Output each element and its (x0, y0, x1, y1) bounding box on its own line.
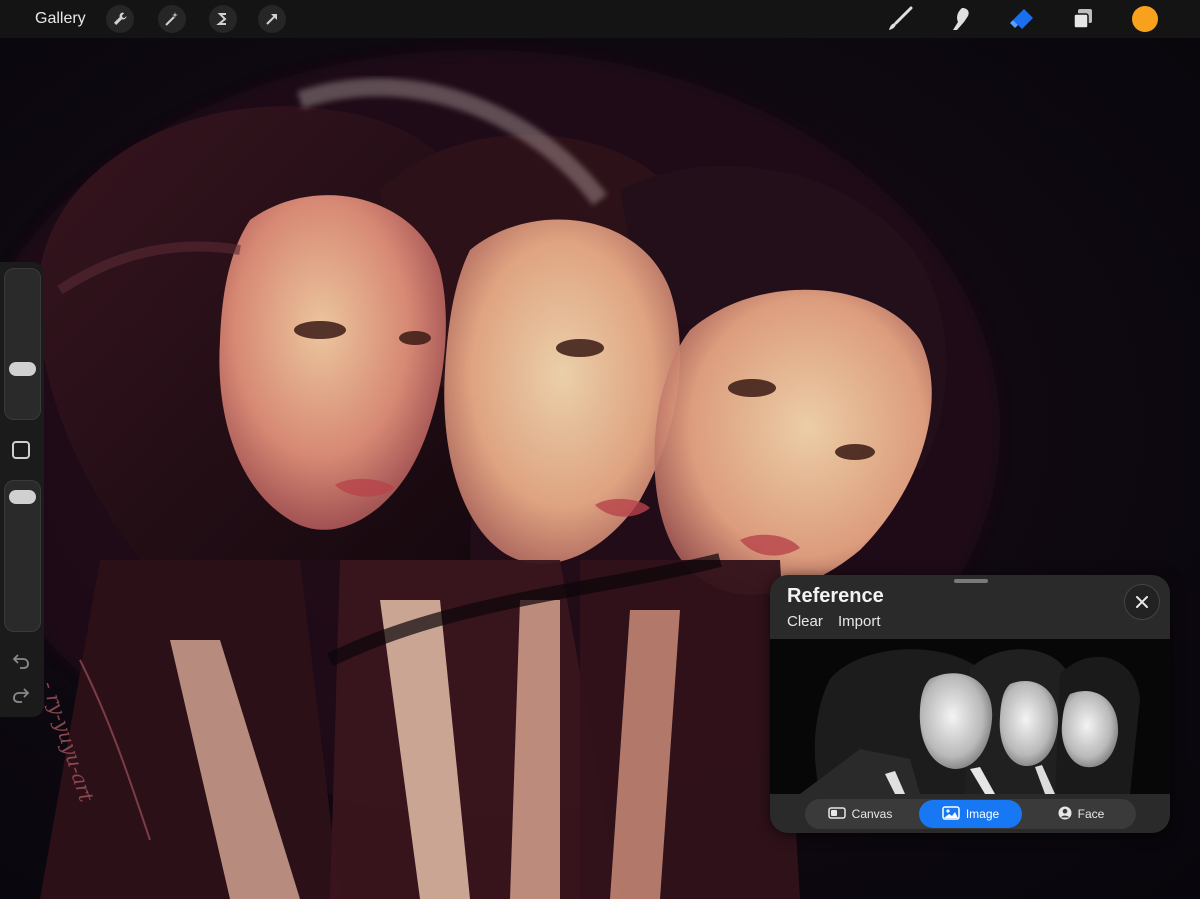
tab-canvas[interactable]: Canvas (809, 800, 911, 828)
reference-photo (770, 639, 1170, 794)
layers-icon[interactable] (1068, 4, 1098, 34)
reference-panel: Reference Clear Import Canvas Image Face (770, 575, 1170, 833)
tab-canvas-label: Canvas (851, 807, 893, 821)
tab-image-label: Image (965, 807, 1000, 821)
opacity-thumb[interactable] (9, 490, 36, 504)
brush-size-slider[interactable] (4, 268, 41, 420)
left-sidebar (0, 262, 44, 717)
tab-face[interactable]: Face (1030, 800, 1132, 828)
smudge-icon[interactable] (946, 4, 976, 34)
tab-face-label: Face (1077, 807, 1105, 821)
tab-image[interactable]: Image (919, 800, 1022, 828)
gallery-button[interactable]: Gallery (35, 10, 86, 28)
selection-s-icon[interactable] (209, 5, 237, 33)
undo-icon[interactable] (10, 650, 32, 672)
magic-wand-icon[interactable] (158, 5, 186, 33)
reference-image[interactable] (770, 639, 1170, 794)
eraser-icon[interactable] (1007, 4, 1037, 34)
import-button[interactable]: Import (838, 613, 881, 630)
brush-size-thumb[interactable] (9, 362, 36, 376)
transform-arrow-icon[interactable] (258, 5, 286, 33)
panel-grabber[interactable] (954, 579, 988, 583)
close-icon[interactable] (1124, 584, 1160, 620)
face-icon (1058, 806, 1072, 823)
opacity-slider[interactable] (4, 480, 41, 632)
reference-mode-tabs: Canvas Image Face (805, 799, 1136, 829)
wrench-icon[interactable] (106, 5, 134, 33)
clear-button[interactable]: Clear (787, 613, 823, 630)
brush-icon[interactable] (885, 4, 915, 34)
redo-icon[interactable] (10, 684, 32, 706)
color-picker-swatch[interactable] (1132, 6, 1158, 32)
top-toolbar: Gallery (0, 0, 1200, 38)
modify-square-icon[interactable] (12, 441, 30, 459)
image-icon (942, 805, 960, 823)
reference-title: Reference (787, 585, 884, 607)
canvas-icon (827, 806, 846, 822)
